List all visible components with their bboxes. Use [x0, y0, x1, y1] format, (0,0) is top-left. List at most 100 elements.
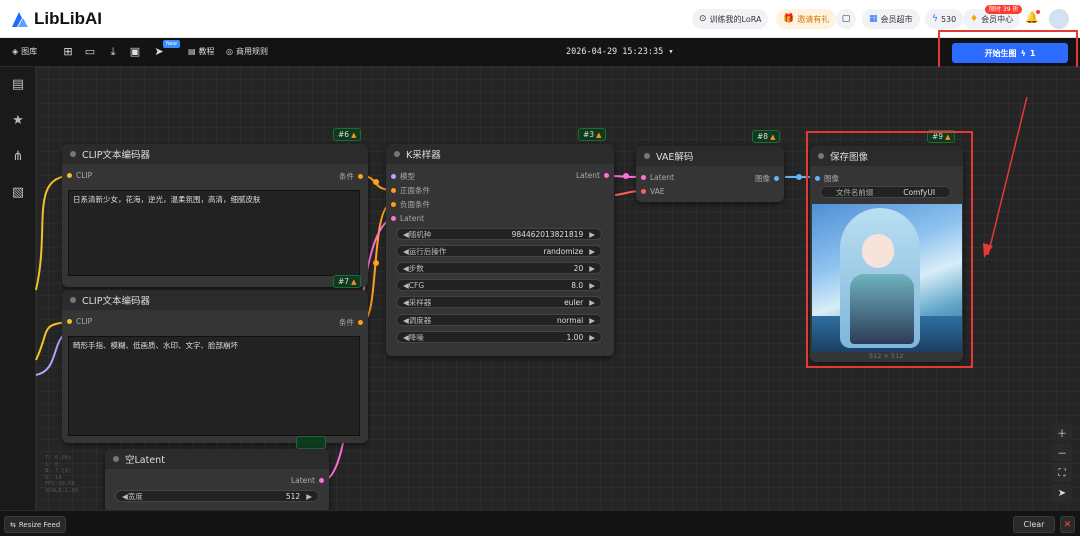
- input-slot[interactable]: [67, 173, 72, 178]
- zoom-out-button[interactable]: －: [1052, 443, 1072, 461]
- node-title-bar[interactable]: VAE解码: [636, 146, 784, 166]
- annotation-box-save-image: [806, 131, 973, 368]
- document-icon[interactable]: ▤: [10, 77, 26, 92]
- output-conditioning[interactable]: 条件: [339, 171, 363, 182]
- input-negative[interactable]: 负面条件: [391, 199, 430, 210]
- bottom-bar: ⇆ Resize Feed Clear ✕: [0, 510, 1080, 536]
- zoom-in-button[interactable]: ＋: [1052, 423, 1072, 441]
- input-latent[interactable]: Latent: [641, 173, 674, 182]
- close-icon[interactable]: ✕: [1060, 516, 1075, 533]
- arrow-right-icon[interactable]: ▶: [589, 281, 595, 290]
- input-clip[interactable]: CLIP: [67, 171, 92, 180]
- output-image[interactable]: 图像: [755, 173, 779, 184]
- left-rail: ▤ ★ ⋔ ▧: [0, 67, 36, 510]
- member-market-button[interactable]: ▦ 会员超市: [862, 9, 920, 29]
- node-title-bar[interactable]: CLIP文本编码器: [62, 144, 368, 164]
- image-gallery-icon[interactable]: ▧: [10, 185, 26, 200]
- output-slot[interactable]: [358, 320, 363, 325]
- input-slot[interactable]: [391, 188, 396, 193]
- commercial-rules-button[interactable]: ◎ 商用规则: [226, 46, 268, 57]
- invite-button[interactable]: 🎁 邀请有礼: [776, 9, 837, 29]
- node-tree-icon[interactable]: ⋔: [10, 149, 26, 164]
- download-icon[interactable]: ⤓: [107, 45, 119, 59]
- credits-badge[interactable]: ϟ 530: [925, 9, 964, 29]
- caret-down-icon: ▾: [668, 47, 674, 57]
- arrow-right-icon[interactable]: ▶: [589, 298, 595, 307]
- input-slot[interactable]: [391, 202, 396, 207]
- collapse-dot[interactable]: [394, 151, 400, 157]
- sampler-widget[interactable]: ◀ 采样器 euler ▶: [396, 296, 602, 308]
- node-id-tag: [296, 436, 326, 449]
- output-latent[interactable]: Latent: [291, 476, 324, 485]
- collapse-dot[interactable]: [70, 151, 76, 157]
- collapse-dot[interactable]: [70, 297, 76, 303]
- folder-button[interactable]: ▢: [836, 9, 856, 29]
- arrow-right-icon[interactable]: ▶: [589, 333, 595, 342]
- vae-decode-node[interactable]: VAE解码 Latent VAE 图像: [636, 146, 784, 202]
- input-slot[interactable]: [391, 174, 396, 179]
- gift-icon: 🎁: [783, 14, 795, 24]
- crown-icon: ♦: [970, 14, 979, 24]
- navigate-icon: ➤: [1057, 487, 1067, 499]
- input-slot[interactable]: [67, 319, 72, 324]
- clip-text-encoder-positive-node[interactable]: CLIP文本编码器 CLIP 条件 日系清新少女，花海，逆光，温柔氛围，高清，细…: [62, 144, 368, 287]
- shop-icon: ▦: [869, 14, 878, 24]
- width-widget[interactable]: ◀ 宽度 512 ▶: [115, 490, 319, 502]
- input-latent[interactable]: Latent: [391, 214, 424, 223]
- clip-text-encoder-negative-node[interactable]: CLIP文本编码器 CLIP 条件 畸形手指、模糊、低画质、水印、文字、脸部崩坏: [62, 290, 368, 443]
- fit-view-button[interactable]: ⛶: [1052, 464, 1072, 482]
- plus-icon: ＋: [1057, 428, 1067, 440]
- open-folder-icon[interactable]: ▭: [84, 45, 96, 58]
- negative-prompt-textarea[interactable]: 畸形手指、模糊、低画质、水印、文字、脸部崩坏: [68, 336, 360, 436]
- input-positive[interactable]: 正面条件: [391, 185, 430, 196]
- output-conditioning[interactable]: 条件: [339, 317, 363, 328]
- input-slot[interactable]: [391, 216, 396, 221]
- output-slot[interactable]: [774, 176, 779, 181]
- input-clip[interactable]: CLIP: [67, 317, 92, 326]
- clear-button[interactable]: Clear: [1013, 516, 1055, 533]
- input-model[interactable]: 模型: [391, 171, 415, 182]
- datetime-selector[interactable]: 2026-04-29 15:23:35 ▾: [566, 47, 673, 57]
- collapse-dot[interactable]: [644, 153, 650, 159]
- arrow-right-icon[interactable]: ▶: [589, 230, 595, 239]
- editor-toolbar: ◈ 图库 ⊞ ▭ ⤓ ▣ ➤ New ▤ 教程 ◎ 商用规则 2026-04-2…: [0, 38, 1080, 67]
- cfg-widget[interactable]: ◀ CFG 8.0 ▶: [396, 279, 602, 291]
- output-slot[interactable]: [358, 174, 363, 179]
- steps-widget[interactable]: ◀ 步数 20 ▶: [396, 262, 602, 274]
- control-after-generate-widget[interactable]: ◀ 运行后操作 randomize ▶: [396, 245, 602, 257]
- seed-widget[interactable]: ◀ 随机种 984462013821819 ▶: [396, 228, 602, 240]
- denoise-widget[interactable]: ◀ 降噪 1.00 ▶: [396, 331, 602, 343]
- notification-dot: [1036, 10, 1040, 14]
- input-slot[interactable]: [641, 175, 646, 180]
- star-icon[interactable]: ★: [10, 113, 26, 128]
- empty-latent-node[interactable]: 空Latent Latent ◀ 宽度 512 ▶: [105, 449, 329, 513]
- train-lora-button[interactable]: ⊙ 训练我的LoRA: [692, 9, 769, 29]
- shield-icon: ◎: [226, 47, 233, 56]
- input-vae[interactable]: VAE: [641, 187, 665, 196]
- node-title-bar[interactable]: 空Latent: [105, 449, 329, 469]
- output-slot[interactable]: [604, 173, 609, 178]
- arrow-right-icon[interactable]: ▶: [306, 492, 312, 501]
- avatar[interactable]: [1049, 9, 1069, 29]
- tutorial-button[interactable]: ▤ 教程: [188, 46, 215, 57]
- library-button[interactable]: ◈ 图库: [12, 46, 37, 57]
- logo[interactable]: LibLibAI: [10, 9, 102, 29]
- resize-feed-button[interactable]: ⇆ Resize Feed: [4, 516, 67, 533]
- scheduler-widget[interactable]: ◀ 调度器 normal ▶: [396, 314, 602, 326]
- node-id-tag: #8 ▲: [752, 130, 781, 143]
- input-slot[interactable]: [641, 189, 646, 194]
- save-icon[interactable]: ▣: [129, 45, 141, 58]
- node-id-tag: #6 ▲: [333, 128, 362, 141]
- output-latent[interactable]: Latent: [576, 171, 609, 180]
- collapse-dot[interactable]: [113, 456, 119, 462]
- prompt-textarea[interactable]: 日系清新少女，花海，逆光，温柔氛围，高清，细腻皮肤: [68, 190, 360, 276]
- node-title-bar[interactable]: K采样器: [386, 144, 614, 164]
- node-title-bar[interactable]: CLIP文本编码器: [62, 290, 368, 310]
- arrow-right-icon[interactable]: ▶: [589, 247, 595, 256]
- arrow-right-icon[interactable]: ▶: [589, 264, 595, 273]
- new-file-icon[interactable]: ⊞: [62, 45, 74, 58]
- arrow-right-icon[interactable]: ▶: [589, 316, 595, 325]
- ksampler-node[interactable]: K采样器 模型 正面条件 负面条件 Latent Latent ◀ 随机种 9844…: [386, 144, 614, 356]
- output-slot[interactable]: [319, 478, 324, 483]
- locate-button[interactable]: ➤: [1052, 484, 1072, 502]
